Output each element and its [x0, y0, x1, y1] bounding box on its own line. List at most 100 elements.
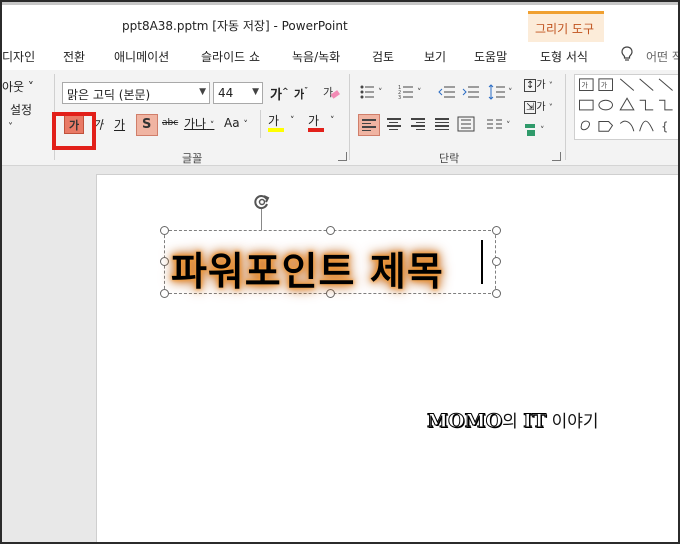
svg-text:{: {	[661, 119, 668, 133]
watermark-brand: MOMO	[426, 410, 503, 433]
tab-review[interactable]: 검토	[372, 48, 394, 65]
svg-text:가: 가	[323, 86, 333, 99]
reset-button[interactable]: 설정	[10, 101, 32, 118]
slide[interactable]: 파워포인트 제목 MOMO의 IT 이야기	[96, 174, 678, 542]
numbering-icon[interactable]: 1 2 3 ˅	[398, 84, 428, 100]
text-direction-button[interactable]: ↕ 가 ˅	[524, 76, 553, 92]
tell-me-search[interactable]: 어떤 작	[646, 48, 678, 65]
resize-handle[interactable]	[160, 226, 169, 235]
columns-icon[interactable]: ˅	[486, 118, 516, 132]
font-dialog-launcher-icon[interactable]	[338, 152, 347, 161]
slide-canvas: 파워포인트 제목 MOMO의 IT 이야기	[2, 166, 678, 542]
svg-text:3: 3	[398, 95, 401, 100]
text-shadow-button[interactable]: S	[136, 114, 158, 136]
resize-handle[interactable]	[492, 257, 501, 266]
watermark-it: IT	[523, 410, 547, 433]
justify-icon[interactable]	[435, 118, 449, 130]
shadow-label: S	[142, 117, 152, 132]
resize-handle[interactable]	[160, 257, 169, 266]
lightbulb-icon[interactable]	[620, 46, 634, 62]
title-bar: ppt8A38.pptm [자동 저장] - PowerPoint 그리기 도구	[2, 2, 678, 45]
powerpoint-window: ppt8A38.pptm [자동 저장] - PowerPoint 그리기 도구…	[0, 0, 680, 544]
font-name-combo[interactable]: 맑은 고딕 (본문) ▼	[62, 82, 210, 104]
bullets-icon[interactable]: ˅	[360, 84, 388, 100]
char-spacing-button[interactable]: 가나 ˅	[184, 115, 214, 132]
distributed-align-icon[interactable]	[457, 116, 475, 132]
svg-text:˅: ˅	[540, 126, 545, 136]
align-text-button[interactable]: ⇲ 가 ˅	[524, 98, 553, 114]
smartart-convert-icon[interactable]: ˅	[524, 122, 554, 138]
group-separator	[349, 74, 350, 160]
annotation-highlight-box	[52, 112, 96, 150]
decrease-indent-icon[interactable]	[438, 84, 456, 100]
paragraph-group-label: 단락	[439, 152, 460, 165]
char-spacing-label: 가나	[184, 117, 207, 131]
text-direction-label: 가	[536, 80, 546, 91]
ribbon-tabs: 디자인 전환 애니메이션 슬라이드 쇼 녹음/녹화 검토 보기 도움말 도형 서…	[2, 42, 678, 110]
chevron-down-icon: ▼	[199, 87, 206, 97]
font-color-button[interactable]: 가	[308, 112, 324, 132]
tab-design[interactable]: 디자인	[2, 48, 35, 65]
chevron-down-icon[interactable]: ˅	[330, 116, 335, 126]
font-color-label: 가	[308, 114, 320, 128]
tab-view[interactable]: 보기	[424, 48, 446, 65]
svg-text:˅: ˅	[378, 88, 383, 98]
group-separator	[260, 110, 261, 138]
strikethrough-label: abc	[162, 118, 179, 128]
layout-button[interactable]: 아웃 ˅	[2, 78, 34, 95]
font-group-label: 글꼴	[182, 152, 203, 165]
shapes-gallery-icon[interactable]: 가 가 {	[574, 74, 680, 140]
svg-text:˅: ˅	[417, 88, 422, 98]
tab-transitions[interactable]: 전환	[63, 48, 85, 65]
slide-title-text[interactable]: 파워포인트 제목	[171, 241, 491, 297]
watermark: MOMO의 IT 이야기	[426, 407, 599, 433]
grow-font-label: 가	[270, 88, 282, 103]
resize-handle[interactable]	[492, 289, 501, 298]
svg-text:가: 가	[581, 81, 587, 90]
clear-formatting-icon[interactable]: 가	[322, 84, 340, 102]
shrink-font-label: 가	[294, 88, 305, 101]
tab-recording[interactable]: 녹음/녹화	[292, 48, 340, 65]
text-highlight-button[interactable]: 가	[268, 112, 284, 132]
rotate-connector	[261, 209, 262, 230]
font-size-value: 44	[218, 86, 234, 100]
section-button[interactable]: ˅	[8, 122, 13, 133]
align-left-icon	[362, 119, 376, 131]
group-separator	[565, 74, 566, 160]
grow-font-button[interactable]: 가^	[270, 84, 289, 103]
paragraph-dialog-launcher-icon[interactable]	[552, 152, 561, 161]
increase-indent-icon[interactable]	[462, 84, 480, 100]
tab-slideshow[interactable]: 슬라이드 쇼	[201, 48, 260, 65]
change-case-label: Aa	[224, 116, 240, 130]
tab-shape-format[interactable]: 도형 서식	[540, 48, 588, 65]
resize-handle[interactable]	[326, 226, 335, 235]
svg-text:가: 가	[601, 81, 607, 90]
window-title: ppt8A38.pptm [자동 저장] - PowerPoint	[122, 19, 348, 33]
highlight-label: 가	[268, 114, 280, 128]
font-color-bar	[308, 128, 324, 132]
rotate-handle-icon[interactable]	[253, 193, 271, 211]
align-text-label: 가	[536, 102, 546, 113]
ribbon: 아웃 ˅ 설정 ˅ 맑은 고딕 (본문) ▼ 44 ▼ 가^ 가ˇ 가 가 가	[2, 70, 680, 166]
line-spacing-icon[interactable]: ˅	[488, 84, 518, 100]
text-cursor	[481, 240, 483, 284]
underline-label: 가	[114, 118, 126, 132]
underline-button[interactable]: 가	[114, 116, 125, 133]
align-right-icon[interactable]	[411, 118, 425, 130]
shrink-font-button[interactable]: 가ˇ	[294, 86, 308, 102]
watermark-part1: 의	[502, 412, 518, 432]
font-size-combo[interactable]: 44 ▼	[213, 82, 263, 104]
tab-animations[interactable]: 애니메이션	[114, 48, 169, 65]
resize-handle[interactable]	[160, 289, 169, 298]
tab-help[interactable]: 도움말	[474, 48, 507, 65]
watermark-part2: 이야기	[551, 412, 599, 432]
chevron-down-icon[interactable]: ˅	[290, 116, 295, 126]
change-case-button[interactable]: Aa ˅	[224, 116, 248, 130]
context-tab-group-label: 그리기 도구	[535, 22, 595, 36]
highlight-color-bar	[268, 128, 284, 132]
resize-handle[interactable]	[492, 226, 501, 235]
svg-text:˅: ˅	[508, 88, 513, 98]
align-left-button[interactable]	[358, 114, 380, 136]
strikethrough-button[interactable]: abc	[162, 118, 178, 128]
align-center-icon[interactable]	[387, 118, 401, 130]
